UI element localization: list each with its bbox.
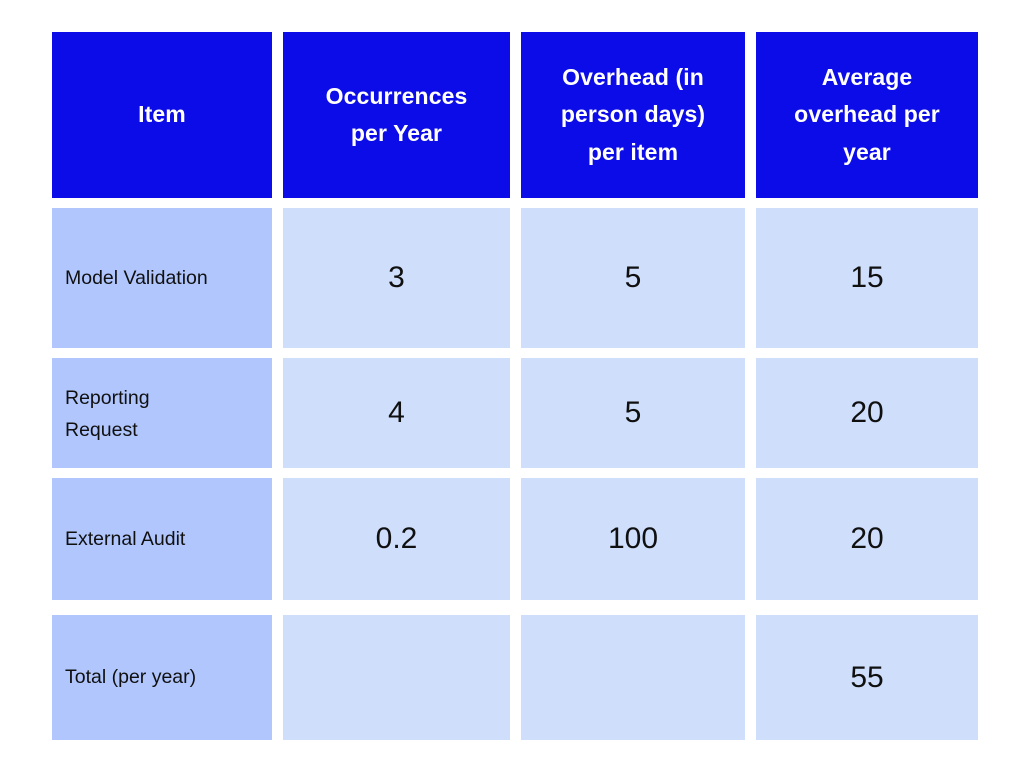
table-cell-item: Total (per year) [52, 615, 272, 740]
table-cell-occurrences: 0.2 [283, 478, 510, 600]
table-cell-overhead-per-item [521, 615, 745, 740]
column-header-occurrences-label: Occurrences per Year [325, 82, 468, 146]
column-header-overhead-per-item-label: Overhead (in person days) per item [560, 64, 706, 165]
column-header-average-overhead: Average overhead per year [756, 32, 978, 198]
table-row: Model Validation 3 5 15 [52, 208, 978, 348]
table-cell-occurrences: 4 [283, 358, 510, 468]
table-cell-overhead-per-item: 5 [521, 358, 745, 468]
column-header-overhead-per-item: Overhead (in person days) per item [521, 32, 745, 198]
table-cell-item-label: Total (per year) [65, 666, 197, 689]
column-header-occurrences: Occurrences per Year [283, 32, 510, 198]
table-total-row: Total (per year) 55 [52, 615, 978, 740]
column-header-average-overhead-label: Average overhead per year [794, 64, 940, 165]
table-row: Reporting Request 4 5 20 [52, 358, 978, 468]
table-cell-item: External Audit [52, 478, 272, 600]
table-cell-item-label: External Audit [65, 527, 186, 550]
table-cell-overhead-per-item: 100 [521, 478, 745, 600]
overhead-summary-table: Item Occurrences per Year Overhead (in p… [52, 32, 978, 740]
table-cell-occurrences [283, 615, 510, 740]
table-cell-occurrences: 3 [283, 208, 510, 348]
table-cell-item: Model Validation [52, 208, 272, 348]
table-cell-item-label: Reporting Request [65, 387, 150, 442]
table-cell-average-overhead: 55 [756, 615, 978, 740]
table-cell-average-overhead: 20 [756, 478, 978, 600]
table-cell-item: Reporting Request [52, 358, 272, 468]
table-header-row: Item Occurrences per Year Overhead (in p… [52, 32, 978, 198]
column-header-item-label: Item [138, 101, 186, 128]
table-cell-overhead-per-item: 5 [521, 208, 745, 348]
table-cell-average-overhead: 20 [756, 358, 978, 468]
table-cell-item-label: Model Validation [65, 266, 208, 289]
column-header-item: Item [52, 32, 272, 198]
table-row: External Audit 0.2 100 20 [52, 478, 978, 600]
table-cell-average-overhead: 15 [756, 208, 978, 348]
